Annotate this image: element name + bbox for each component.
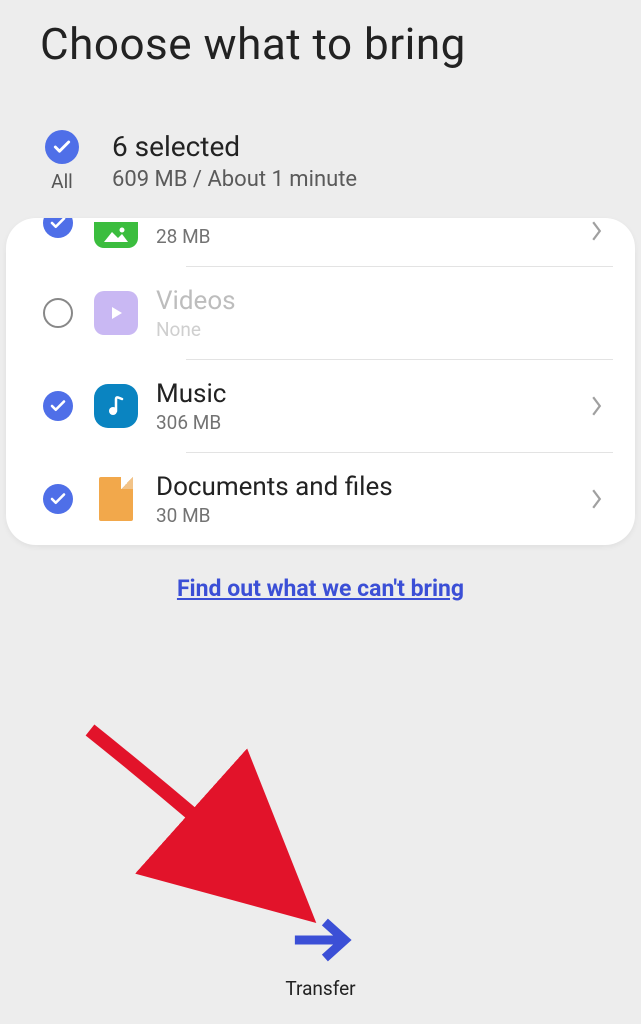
selection-summary: All 6 selected 609 MB / About 1 minute — [0, 70, 641, 218]
transfer-button[interactable]: Transfer — [285, 915, 355, 1000]
header: Choose what to bring — [0, 0, 641, 70]
transfer-label: Transfer — [285, 977, 355, 1000]
list-item[interactable]: Videos None — [6, 267, 635, 359]
chevron-right-icon — [581, 488, 611, 510]
list-item[interactable]: 28 MB — [6, 218, 635, 266]
annotation-arrow — [70, 720, 330, 940]
item-title: Music — [156, 379, 581, 409]
item-checkbox[interactable] — [43, 391, 73, 421]
chevron-right-icon — [581, 395, 611, 417]
image-icon — [94, 222, 138, 248]
arrow-right-icon — [289, 915, 353, 969]
footer-link-row: Find out what we can't bring — [0, 545, 641, 622]
category-list: 28 MB Videos None — [6, 218, 635, 545]
music-icon — [94, 384, 138, 428]
find-out-link[interactable]: Find out what we can't bring — [177, 575, 464, 602]
select-all-label: All — [51, 170, 73, 193]
item-size: 30 MB — [156, 504, 581, 527]
video-icon — [94, 291, 138, 335]
selected-count: 6 selected — [112, 130, 357, 163]
item-title: Documents and files — [156, 472, 581, 502]
list-item[interactable]: Music 306 MB — [6, 360, 635, 452]
item-size: None — [156, 318, 581, 341]
item-size: 306 MB — [156, 411, 581, 434]
item-title: Videos — [156, 286, 581, 316]
select-all-checkbox[interactable] — [45, 130, 79, 164]
item-checkbox[interactable] — [43, 218, 73, 238]
chevron-right-icon — [581, 220, 611, 242]
list-item[interactable]: Documents and files 30 MB — [6, 453, 635, 545]
summary-detail: 609 MB / About 1 minute — [112, 167, 357, 192]
summary-text: 6 selected 609 MB / About 1 minute — [112, 130, 357, 192]
item-checkbox[interactable] — [43, 484, 73, 514]
item-size: 28 MB — [156, 225, 581, 248]
select-all[interactable]: All — [40, 130, 84, 193]
item-checkbox[interactable] — [43, 298, 73, 328]
document-icon — [99, 477, 133, 521]
page-title: Choose what to bring — [40, 18, 601, 70]
